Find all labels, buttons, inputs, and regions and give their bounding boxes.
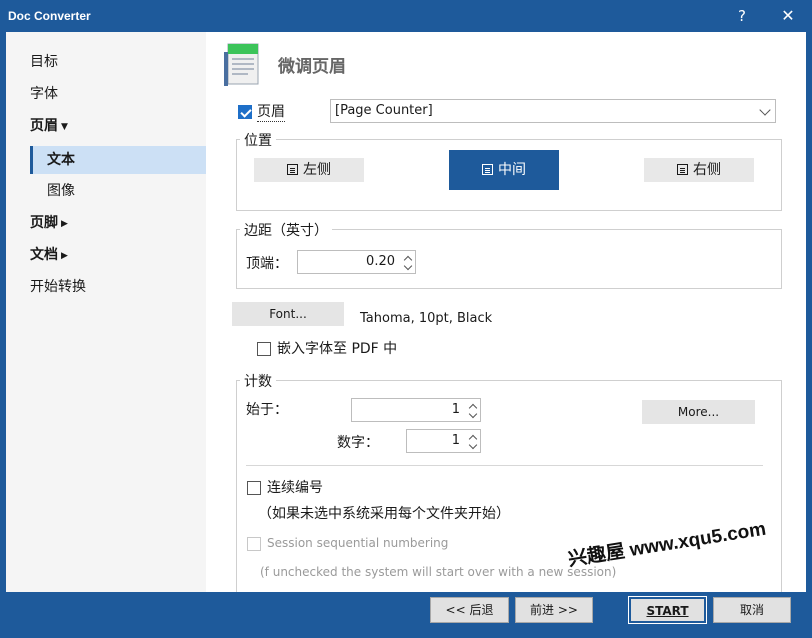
header-page-icon	[224, 43, 259, 86]
session-numbering-note: (f unchecked the system will start over …	[260, 565, 617, 579]
embed-font-label: 嵌入字体至 PDF 中	[277, 341, 398, 357]
window-title: Doc Converter	[8, 9, 91, 23]
font-button[interactable]: Font...	[232, 302, 344, 326]
dialog-client: 目标 字体 页眉 ▼ 文本 图像 页脚 ▶ 文档 ▶ 开始转换 微调页眉 页眉 [Pa…	[6, 32, 806, 592]
sidebar-item-label: 目标	[30, 54, 58, 70]
position-center-button[interactable]: 中间	[449, 150, 559, 190]
chevron-down-icon	[759, 104, 771, 116]
back-button[interactable]: << 后退	[430, 597, 509, 623]
sidebar-item-footer[interactable]: 页脚 ▶	[30, 212, 68, 234]
main-panel: 微调页眉 页眉 [Page Counter] 位置 左侧 中间 右侧 边距（英寸…	[206, 32, 806, 592]
top-margin-spinner[interactable]: 0.20	[297, 250, 416, 274]
position-right-label: 右侧	[693, 162, 721, 178]
more-button[interactable]: More...	[642, 400, 755, 424]
cancel-button[interactable]: 取消	[713, 597, 791, 623]
footer-bar: << 后退 前进 >> START 取消	[0, 592, 812, 638]
align-left-icon	[287, 164, 298, 175]
align-center-icon	[482, 164, 493, 175]
sidebar-item-label: 开始转换	[30, 279, 86, 295]
help-button[interactable]: ?	[727, 5, 757, 27]
sidebar-item-font[interactable]: 字体	[30, 83, 58, 105]
start-button[interactable]: START	[628, 596, 707, 624]
sidebar-item-text[interactable]: 文本	[47, 149, 75, 171]
header-select-value: [Page Counter]	[335, 103, 433, 118]
position-left-label: 左侧	[303, 162, 331, 178]
counter-start-label: 始于：	[246, 402, 288, 418]
top-margin-label: 顶端：	[246, 256, 288, 272]
position-group-label: 位置	[240, 130, 276, 150]
sidebar-item-image[interactable]: 图像	[47, 180, 75, 202]
counter-start-spinner[interactable]: 1	[351, 398, 481, 422]
position-left-button[interactable]: 左侧	[254, 158, 364, 182]
margin-group-label: 边距（英寸）	[240, 220, 332, 240]
counter-separator	[246, 465, 763, 466]
page-title: 微调页眉	[278, 57, 346, 77]
sidebar-item-document[interactable]: 文档 ▶	[30, 244, 68, 266]
counter-group-label: 计数	[240, 371, 276, 391]
header-checkbox-label: 页眉	[257, 101, 285, 122]
top-margin-value: 0.20	[366, 254, 395, 269]
continuous-numbering-label: 连续编号	[267, 480, 323, 496]
sidebar-item-label: 字体	[30, 86, 58, 102]
continuous-numbering-note: （如果未选中系统采用每个文件夹开始）	[258, 506, 510, 522]
header-checkbox[interactable]	[238, 105, 252, 119]
sidebar-item-label: 文档	[30, 247, 58, 263]
sidebar-item-start-convert[interactable]: 开始转换	[30, 276, 86, 298]
sidebar-item-header[interactable]: 页眉 ▼	[30, 115, 68, 137]
sidebar-item-label: 页脚	[30, 215, 58, 231]
counter-digits-label: 数字：	[337, 435, 379, 451]
counter-start-value: 1	[451, 402, 460, 417]
next-button[interactable]: 前进 >>	[515, 597, 593, 623]
expand-down-icon: ▼	[61, 122, 68, 132]
expand-right-icon: ▶	[61, 251, 68, 261]
font-description: Tahoma, 10pt, Black	[360, 311, 493, 326]
sidebar: 目标 字体 页眉 ▼ 文本 图像 页脚 ▶ 文档 ▶ 开始转换	[6, 32, 206, 592]
counter-digits-value: 1	[451, 433, 460, 448]
align-right-icon	[677, 164, 688, 175]
sidebar-item-label: 文本	[47, 152, 75, 168]
counter-digits-spinner[interactable]: 1	[406, 429, 481, 453]
sidebar-item-label: 图像	[47, 183, 75, 199]
spin-down-icon[interactable]	[468, 409, 478, 419]
sidebar-item-label: 页眉	[30, 118, 58, 134]
expand-right-icon: ▶	[61, 219, 68, 229]
session-numbering-checkbox[interactable]	[247, 537, 261, 551]
embed-font-checkbox[interactable]	[257, 342, 271, 356]
sidebar-item-target[interactable]: 目标	[30, 51, 58, 73]
header-content-select[interactable]: [Page Counter]	[330, 99, 776, 123]
position-right-button[interactable]: 右侧	[644, 158, 754, 182]
spin-down-icon[interactable]	[403, 261, 413, 271]
close-button[interactable]: ✕	[773, 5, 803, 27]
spin-down-icon[interactable]	[468, 440, 478, 450]
position-center-label: 中间	[498, 162, 526, 178]
continuous-numbering-checkbox[interactable]	[247, 481, 261, 495]
title-bar: Doc Converter ? ✕	[0, 0, 812, 32]
session-numbering-label: Session sequential numbering	[267, 536, 449, 550]
